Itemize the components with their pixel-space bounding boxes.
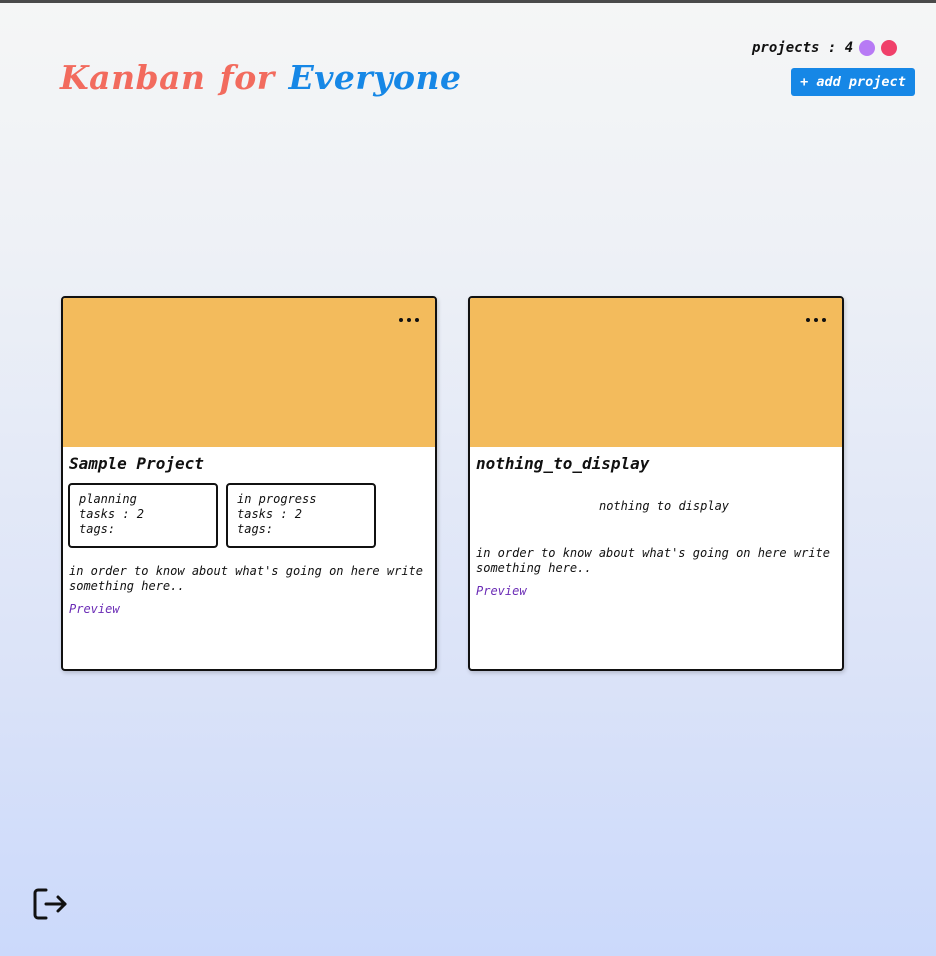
column-task-count: tasks : 2 [237,507,303,521]
project-count: projects : 4 [752,40,898,56]
column-summary[interactable]: in progress tasks : 2 tags: [226,483,376,548]
column-name: in progress [237,492,317,506]
project-columns: planning tasks : 2 tags: in progress tas… [68,483,435,548]
status-dot-purple [859,40,876,56]
more-horizontal-icon[interactable] [806,316,826,324]
project-card[interactable]: nothing_to_display nothing to display in… [468,296,844,671]
project-description: in order to know about what's going on h… [69,564,424,593]
status-dot-pink [881,40,898,56]
project-title: Sample Project [69,454,204,473]
project-description: in order to know about what's going on h… [476,546,831,575]
project-title: nothing_to_display [476,454,650,473]
column-name: planning [79,492,137,506]
project-card-banner [63,298,435,447]
window-top-border [0,0,936,3]
column-summary[interactable]: planning tasks : 2 tags: [68,483,218,548]
more-horizontal-icon[interactable] [399,316,419,324]
project-card[interactable]: Sample Project planning tasks : 2 tags: … [61,296,437,671]
column-tags: tags: [79,522,116,536]
column-tags: tags: [237,522,274,536]
title-word-kanban: Kanban [60,58,206,97]
project-card-banner [470,298,842,447]
page-title: Kanban for Everyone [60,58,462,97]
preview-link[interactable]: Preview [69,602,435,616]
column-task-count: tasks : 2 [79,507,145,521]
empty-state-message: nothing to display [598,499,730,513]
title-word-for: for [219,58,275,97]
preview-link[interactable]: Preview [476,584,842,598]
logout-icon[interactable] [32,886,68,922]
title-word-everyone: Everyone [288,58,462,97]
add-project-button[interactable]: + add project [791,68,915,96]
project-count-label: projects : 4 [752,40,854,56]
